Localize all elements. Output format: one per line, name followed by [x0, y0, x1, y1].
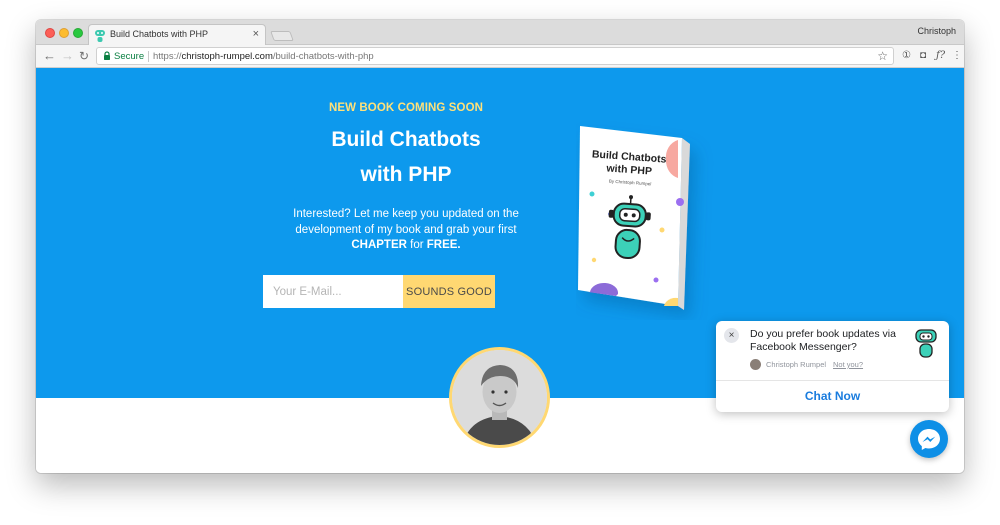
url-path: /build-chatbots-with-php [272, 51, 374, 62]
tab-strip: Build Chatbots with PHP × Christoph [36, 20, 964, 46]
page-title: Build Chatbots with PHP [256, 122, 556, 192]
browser-toolbar: ← → ↻ Secure https://christoph-rumpel.co… [36, 45, 964, 68]
bookmark-star-icon[interactable]: ☆ [877, 49, 888, 63]
sender-avatar [750, 359, 761, 370]
description-strong-chapter: CHAPTER [351, 239, 407, 251]
reload-icon[interactable]: ↻ [79, 48, 89, 64]
address-separator [148, 51, 149, 62]
headline-line-2: with PHP [360, 163, 452, 186]
secure-label: Secure [114, 51, 145, 62]
book-cover-image: Build Chatbots with PHP By Christoph Rum… [578, 126, 690, 310]
email-input[interactable] [263, 275, 403, 308]
extension-font-icon[interactable]: ƒ? [936, 49, 945, 63]
headline-line-1: Build Chatbots [331, 128, 481, 151]
author-photo-image [452, 350, 547, 445]
extension-pocket-icon[interactable]: ◘ [920, 49, 926, 63]
back-icon[interactable]: ← [43, 48, 56, 64]
messenger-icon [918, 429, 940, 450]
new-tab-button[interactable] [270, 31, 294, 41]
web-page: NEW BOOK COMING SOON Build Chatbots with… [36, 68, 964, 473]
eyebrow-text: NEW BOOK COMING SOON [328, 102, 484, 114]
description-text: Interested? Let me keep you updated on t… [293, 208, 519, 236]
description-strong-free: FREE. [426, 239, 461, 251]
not-you-link[interactable]: Not you? [833, 360, 863, 369]
robot-favicon-icon [95, 30, 105, 42]
robot-icon [915, 329, 937, 358]
tab-title: Build Chatbots with PHP [110, 29, 209, 39]
browser-tab[interactable]: Build Chatbots with PHP × [88, 24, 266, 46]
sender-name: Christoph Rumpel [766, 360, 827, 369]
popup-question: Do you prefer book updates via Facebook … [750, 328, 896, 353]
messenger-chat-button[interactable] [910, 420, 948, 458]
url-host: christoph-rumpel.com [181, 51, 273, 62]
chat-now-button[interactable]: Chat Now [716, 381, 949, 412]
lock-icon [104, 51, 110, 60]
messenger-optin-popup: × Do you prefer book updates via Faceboo… [716, 321, 949, 412]
address-bar[interactable]: Secure https://christoph-rumpel.com/buil… [96, 47, 894, 65]
author-avatar [449, 347, 550, 448]
profile-name[interactable]: Christoph [917, 26, 956, 36]
close-window-button[interactable] [45, 28, 55, 38]
close-icon[interactable]: × [724, 328, 739, 343]
close-tab-icon[interactable]: × [253, 28, 259, 40]
description-text-for: for [410, 239, 424, 251]
browser-window: Build Chatbots with PHP × Christoph ← → … [36, 20, 964, 473]
sounds-good-button[interactable]: SOUNDS GOOD [403, 275, 495, 308]
browser-menu-icon[interactable]: ⋮ [952, 49, 962, 63]
url-scheme: https:// [153, 51, 182, 62]
minimize-window-button[interactable] [59, 28, 69, 38]
url-text[interactable]: https://christoph-rumpel.com/build-chatb… [153, 51, 374, 62]
extension-info-icon[interactable]: ① [902, 49, 911, 63]
maximize-window-button[interactable] [73, 28, 83, 38]
forward-icon[interactable]: → [61, 48, 74, 64]
hero-description: Interested? Let me keep you updated on t… [264, 207, 548, 254]
